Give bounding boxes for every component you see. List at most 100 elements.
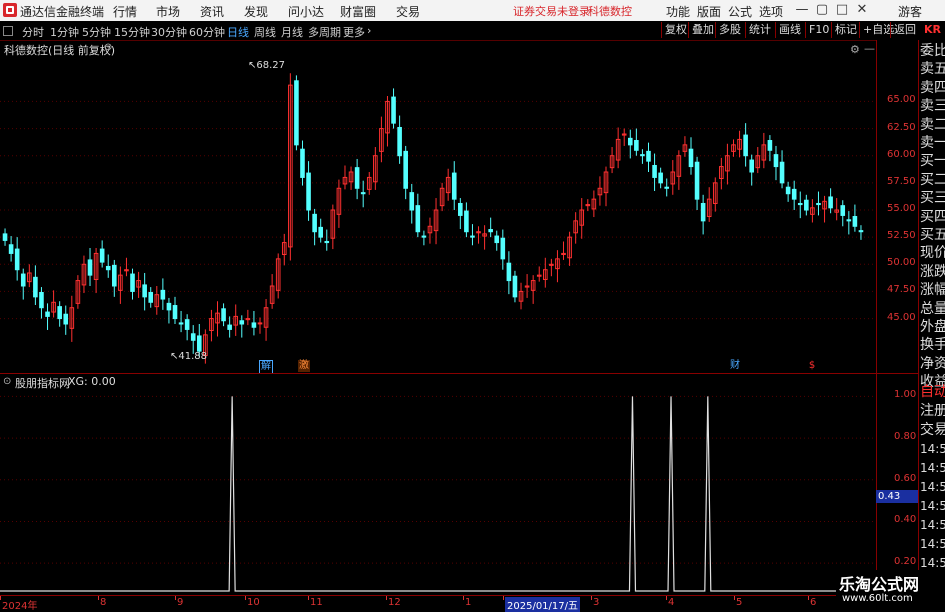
candle-body bbox=[791, 188, 797, 200]
quote-field-label: 卖三 bbox=[920, 98, 945, 115]
menu-item-function[interactable]: 功能 bbox=[666, 3, 690, 20]
indicator-chart[interactable] bbox=[0, 374, 876, 594]
candle-body bbox=[294, 80, 299, 146]
candle-body bbox=[20, 273, 26, 287]
chevron-right-icon[interactable]: › bbox=[367, 24, 371, 37]
f10-button[interactable]: F10 bbox=[805, 22, 832, 38]
menu-item-news[interactable]: 资讯 bbox=[200, 3, 224, 20]
statistics-button[interactable]: 统计 bbox=[745, 22, 774, 38]
candlestick-chart[interactable] bbox=[0, 40, 876, 373]
draw-line-button[interactable]: 画线 bbox=[775, 22, 804, 38]
login-warning[interactable]: 证券交易未登录 bbox=[513, 3, 590, 19]
trade-link[interactable]: 交易 bbox=[920, 421, 945, 440]
minimize-icon[interactable]: — bbox=[792, 1, 812, 19]
candle-body bbox=[797, 202, 803, 206]
period-tab-5min[interactable]: 5分钟 bbox=[82, 24, 111, 40]
candle-body bbox=[627, 137, 633, 146]
current-stock-name: 科德数控 bbox=[588, 5, 632, 18]
app-logo-icon bbox=[3, 3, 17, 17]
x-tick-label: 10 bbox=[247, 597, 260, 608]
candle-body bbox=[421, 235, 427, 238]
event-tag-incentive[interactable]: 激 bbox=[298, 360, 310, 372]
y-tick-label: 65.00 bbox=[887, 94, 916, 106]
panel-toggle-icon[interactable] bbox=[3, 26, 13, 36]
mark-button[interactable]: 标记 bbox=[831, 22, 860, 38]
candle-body bbox=[142, 284, 147, 298]
candle-body bbox=[45, 311, 50, 317]
indicator-xg-value: XG: 0.00 bbox=[68, 375, 116, 388]
period-tab-60min[interactable]: 60分钟 bbox=[189, 24, 225, 40]
current-value-marker: 0.43 bbox=[876, 490, 918, 503]
x-tick-mark bbox=[175, 596, 176, 600]
collapse-icon[interactable]: — bbox=[864, 42, 875, 55]
period-tab-15min[interactable]: 15分钟 bbox=[114, 24, 150, 40]
period-tab-intraday[interactable]: 分时 bbox=[22, 24, 44, 40]
period-tab-monthly[interactable]: 月线 bbox=[281, 24, 303, 40]
event-tag-finance[interactable]: 财 bbox=[729, 360, 741, 372]
period-tab-weekly[interactable]: 周线 bbox=[254, 24, 276, 40]
indicator-menu-icon[interactable]: ⊙ bbox=[3, 376, 11, 387]
indicator-y-axis: 0.20 0.40 0.60 0.80 1.00 bbox=[876, 374, 918, 594]
candle-body bbox=[852, 216, 858, 227]
x-tick-label: 9 bbox=[177, 597, 184, 608]
restore-rights-button[interactable]: 复权 bbox=[661, 22, 690, 38]
watermark-url: www.60lt.com bbox=[842, 593, 913, 604]
y-tick-label: 52.50 bbox=[887, 230, 916, 242]
tick-time: 14:56 bbox=[920, 537, 945, 551]
candle-body bbox=[816, 202, 821, 206]
auto-toggle[interactable]: 自动 bbox=[920, 383, 945, 402]
menu-item-wealth[interactable]: 财富圈 bbox=[340, 3, 376, 20]
candle-body bbox=[33, 276, 38, 298]
multi-stock-button[interactable]: 多股 bbox=[715, 22, 744, 38]
settings-icon[interactable]: ⚙ bbox=[850, 43, 860, 56]
event-tag-dividend[interactable]: $ bbox=[806, 360, 818, 372]
y-tick-label: 50.00 bbox=[887, 257, 916, 269]
menu-item-market[interactable]: 行情 bbox=[113, 3, 137, 20]
candle-body bbox=[500, 237, 506, 260]
candle-body bbox=[743, 134, 748, 157]
candle-body bbox=[494, 235, 500, 244]
x-tick-label: 4 bbox=[668, 597, 675, 608]
tick-time: 14:56 bbox=[920, 480, 945, 494]
candle-body bbox=[634, 140, 639, 151]
period-tab-more[interactable]: 更多 bbox=[343, 24, 365, 40]
candle-body bbox=[57, 306, 62, 320]
restore-icon[interactable]: ▢ bbox=[812, 1, 832, 19]
candle-body bbox=[785, 186, 791, 195]
candle-body bbox=[354, 167, 360, 189]
xg-series-line bbox=[0, 396, 876, 592]
menu-item-formula[interactable]: 公式 bbox=[728, 3, 752, 20]
candle-body bbox=[166, 302, 172, 311]
candle-body bbox=[451, 172, 457, 200]
y-tick-label: 45.00 bbox=[887, 311, 916, 323]
menu-bar: 通达信金融终端 行情 市场 资讯 发现 问小达 财富圈 交易 证券交易未登录 科… bbox=[0, 0, 945, 22]
menu-item-discover[interactable]: 发现 bbox=[244, 3, 268, 20]
quote-field-label: 涨幅 bbox=[920, 282, 945, 299]
period-tab-multi[interactable]: 多周期 bbox=[308, 24, 341, 40]
chevron-down-icon[interactable]: ⊙ bbox=[104, 42, 112, 53]
register-link[interactable]: 注册 bbox=[920, 402, 945, 421]
close-icon[interactable]: ✕ bbox=[852, 1, 872, 19]
menu-item-layout[interactable]: 版面 bbox=[697, 3, 721, 20]
back-button[interactable]: 返回 bbox=[890, 22, 919, 38]
overlay-button[interactable]: 叠加 bbox=[688, 22, 717, 38]
period-tab-1min[interactable]: 1分钟 bbox=[50, 24, 79, 40]
user-label[interactable]: 游客 bbox=[898, 3, 922, 20]
event-tag-unlock[interactable]: 解 bbox=[259, 360, 273, 374]
x-tick-mark bbox=[734, 596, 735, 600]
maximize-icon[interactable]: □ bbox=[832, 1, 852, 19]
menu-item-options[interactable]: 选项 bbox=[759, 3, 783, 20]
candle-body bbox=[172, 305, 178, 320]
y-tick-label: 55.00 bbox=[887, 203, 916, 214]
x-tick-mark bbox=[808, 596, 809, 600]
quote-field-label: 现价 bbox=[920, 245, 945, 262]
indicator-y-tick-label: 0.40 bbox=[894, 514, 917, 526]
main-chart-title: 科德数控(日线 前复权) bbox=[4, 44, 116, 57]
menu-item-ask[interactable]: 问小达 bbox=[288, 3, 324, 20]
period-tab-30min[interactable]: 30分钟 bbox=[151, 24, 187, 40]
candle-body bbox=[403, 150, 408, 189]
menu-item-markets[interactable]: 市场 bbox=[156, 3, 180, 20]
candle-body bbox=[148, 292, 154, 303]
menu-item-trade[interactable]: 交易 bbox=[396, 3, 420, 20]
period-tab-daily[interactable]: 日线 bbox=[227, 24, 249, 40]
